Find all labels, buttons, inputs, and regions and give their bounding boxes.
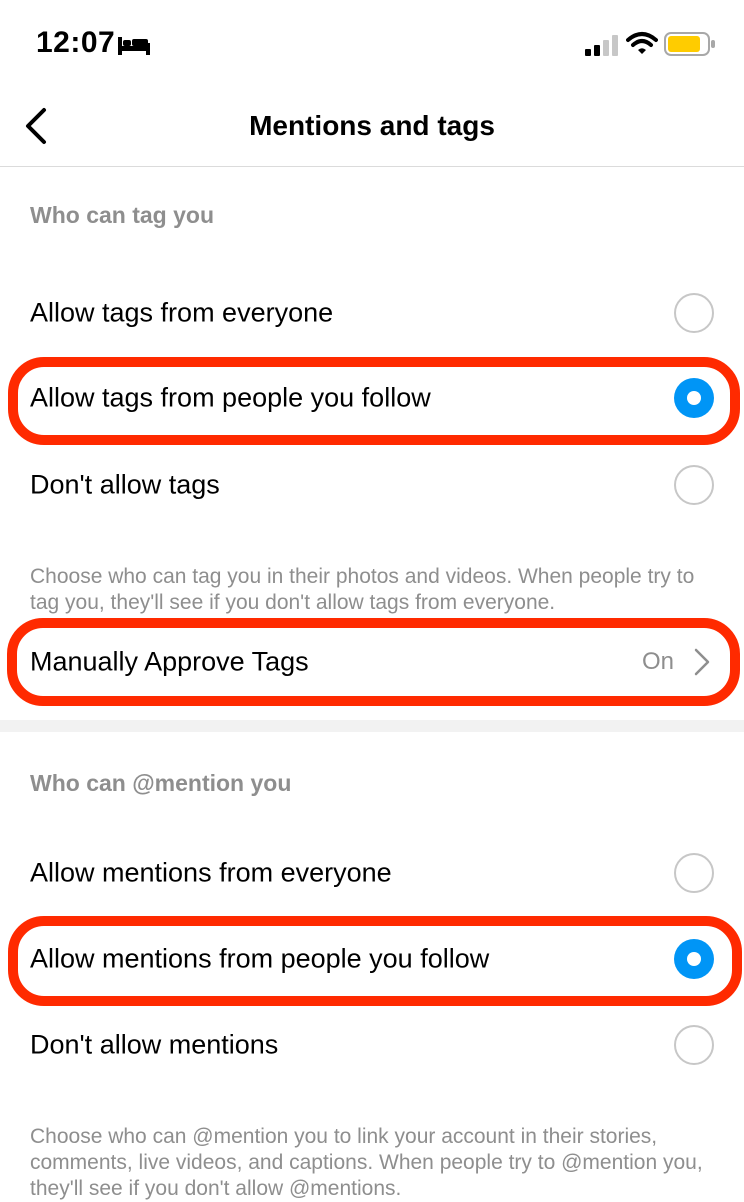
section-divider (0, 720, 744, 732)
nav-bar: Mentions and tags (0, 90, 744, 167)
cellular-signal-icon (585, 35, 618, 56)
option-allow-tags-everyone[interactable]: Allow tags from everyone (0, 278, 744, 348)
battery-icon (664, 32, 715, 56)
option-allow-mentions-following[interactable]: Allow mentions from people you follow (0, 924, 744, 994)
manually-approve-tags-label: Manually Approve Tags (30, 646, 309, 677)
option-label: Don't allow mentions (30, 1029, 279, 1060)
status-time: 12:07 (36, 26, 116, 59)
option-label: Allow tags from everyone (30, 297, 334, 328)
radio-button[interactable] (674, 293, 714, 333)
mentions-section-header: Who can @mention you (30, 770, 292, 796)
option-allow-mentions-everyone[interactable]: Allow mentions from everyone (0, 838, 744, 908)
bed-icon (118, 37, 150, 55)
radio-button[interactable] (674, 465, 714, 505)
option-label: Allow tags from people you follow (30, 382, 431, 413)
option-label: Allow mentions from people you follow (30, 943, 490, 974)
option-label: Don't allow tags (30, 469, 220, 500)
tags-section-header: Who can tag you (30, 202, 214, 228)
page-title: Mentions and tags (249, 110, 495, 141)
mentions-helper-text: Choose who can @mention you to link your… (30, 1125, 703, 1200)
status-bar: 12:07 (0, 0, 744, 90)
radio-button[interactable] (674, 853, 714, 893)
option-label: Allow mentions from everyone (30, 857, 392, 888)
radio-button-selected[interactable] (674, 378, 714, 418)
option-dont-allow-tags[interactable]: Don't allow tags (0, 450, 744, 520)
radio-button[interactable] (674, 1025, 714, 1065)
chevron-right-icon (694, 648, 710, 676)
manually-approve-tags-row[interactable]: Manually Approve Tags On (0, 624, 744, 700)
option-allow-tags-following[interactable]: Allow tags from people you follow (0, 363, 744, 433)
wifi-icon (626, 32, 658, 54)
radio-button-selected[interactable] (674, 939, 714, 979)
tags-helper-text: Choose who can tag you in their photos a… (30, 565, 695, 614)
option-dont-allow-mentions[interactable]: Don't allow mentions (0, 1010, 744, 1080)
manually-approve-tags-value: On (641, 648, 674, 675)
